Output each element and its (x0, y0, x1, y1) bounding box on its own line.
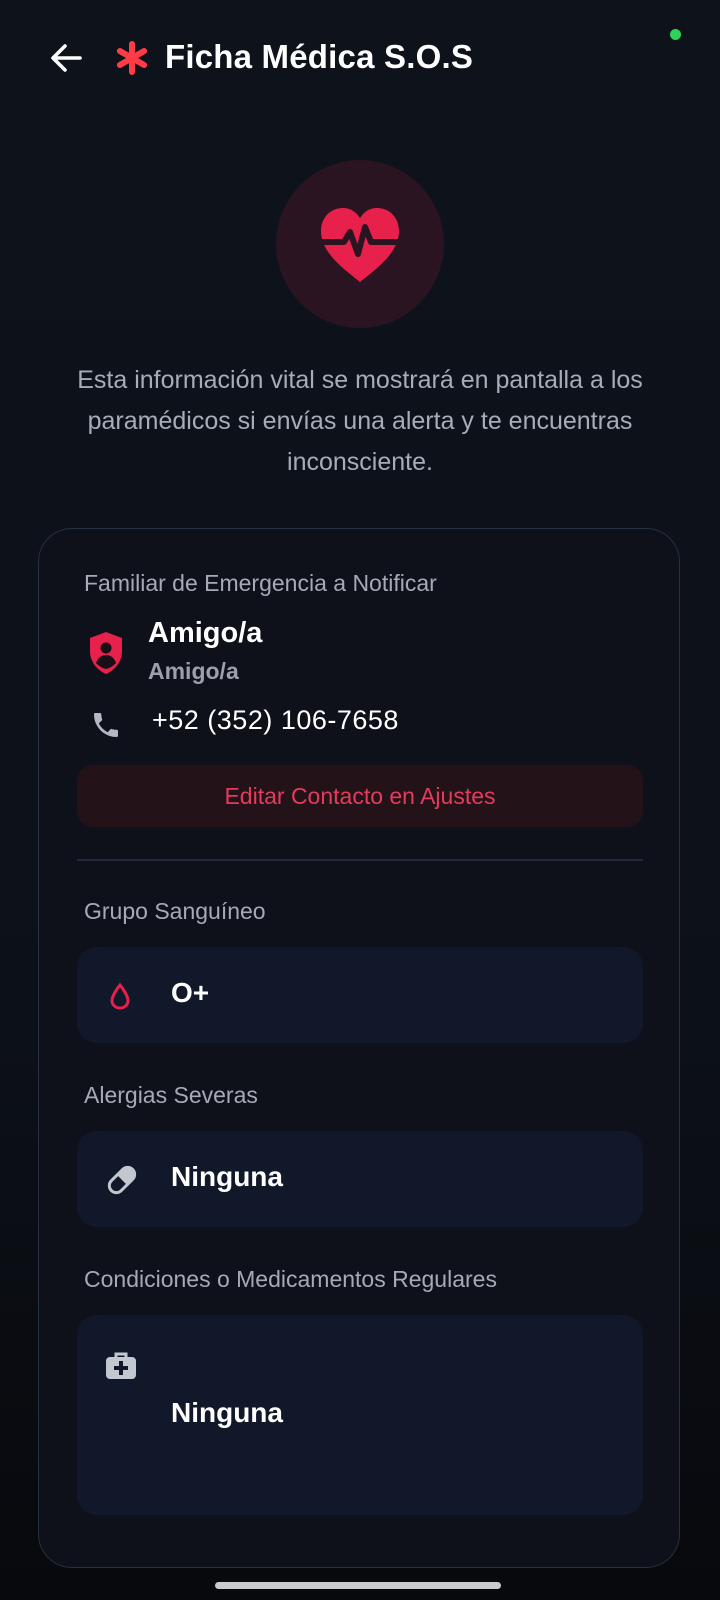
heart-pulse-icon (314, 208, 406, 282)
contact-name: Amigo/a (148, 617, 263, 649)
back-button[interactable] (46, 38, 86, 78)
heart-badge (276, 160, 444, 328)
droplet-icon (110, 982, 130, 1010)
medical-sos-screen: Ficha Médica S.O.S Esta información vita… (0, 0, 720, 1600)
app-header: Ficha Médica S.O.S (0, 28, 720, 88)
pill-icon (107, 1165, 137, 1195)
blood-type-field: O+ (77, 947, 643, 1043)
edit-contact-button[interactable]: Editar Contacto en Ajustes (77, 765, 643, 827)
home-indicator[interactable] (215, 1582, 501, 1589)
asterisk-icon (116, 41, 148, 75)
contact-relation: Amigo/a (148, 658, 239, 684)
shield-person-icon (90, 632, 122, 674)
blood-type-label: Grupo Sanguíneo (84, 898, 266, 924)
contact-phone: +52 (352) 106-7658 (152, 705, 399, 735)
emergency-contact-label: Familiar de Emergencia a Notificar (84, 570, 437, 596)
intro-text: Esta información vital se mostrará en pa… (77, 366, 643, 476)
allergies-label: Alergias Severas (84, 1082, 258, 1108)
arrow-left-icon (51, 44, 82, 72)
allergies-value: Ninguna (171, 1161, 283, 1192)
page-title: Ficha Médica S.O.S (165, 38, 474, 75)
section-divider (77, 859, 643, 861)
allergies-field: Ninguna (77, 1131, 643, 1227)
medical-kit-icon (106, 1352, 136, 1379)
phone-icon (94, 713, 118, 737)
conditions-field: Ninguna (77, 1315, 643, 1515)
conditions-value: Ninguna (171, 1397, 283, 1428)
blood-type-value: O+ (171, 977, 210, 1008)
conditions-label: Condiciones o Medicamentos Regulares (84, 1266, 497, 1292)
